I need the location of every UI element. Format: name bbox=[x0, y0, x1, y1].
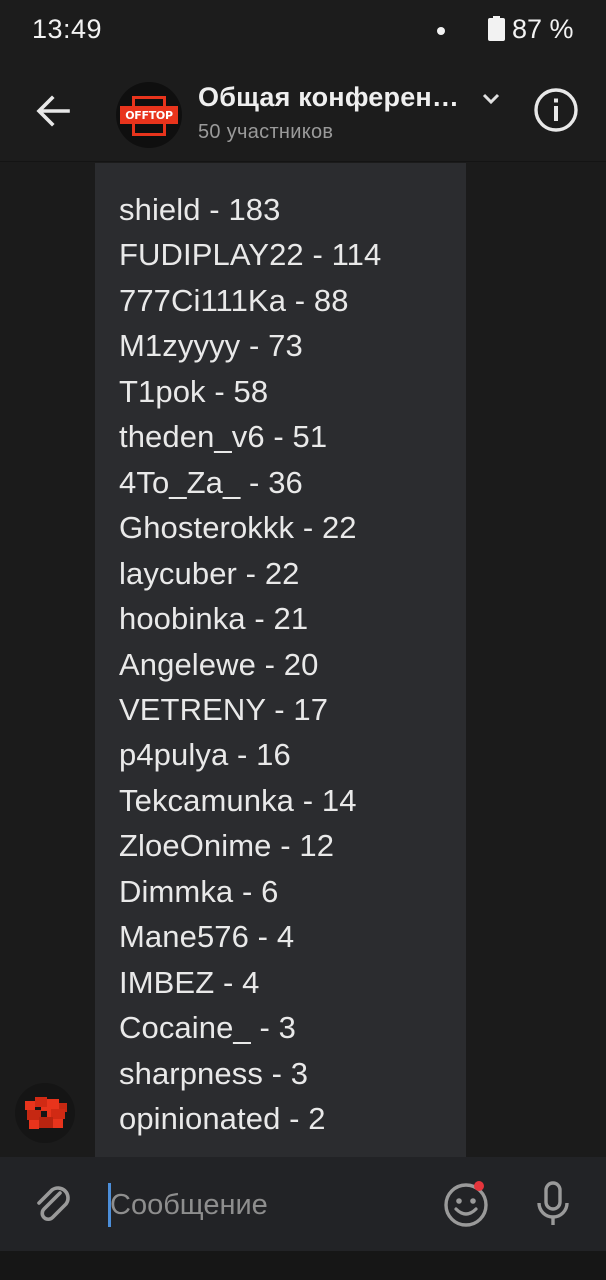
avatar-text: OFFTOP bbox=[125, 108, 173, 122]
message-text-line: sharpness - 3 bbox=[119, 1055, 309, 1091]
chevron-down-icon bbox=[482, 93, 500, 105]
paperclip-icon[interactable] bbox=[30, 1181, 76, 1227]
back-arrow-icon bbox=[36, 95, 70, 127]
message-text-line: IMBEZ - 4 bbox=[119, 964, 260, 1000]
message-text-line: opinionated - 2 bbox=[119, 1101, 326, 1136]
sender-avatar[interactable] bbox=[15, 1083, 75, 1143]
message-text-line: 4To_Za_ - 36 bbox=[119, 464, 303, 500]
message-text-line: theden_v6 - 51 bbox=[119, 419, 328, 455]
back-button[interactable] bbox=[28, 86, 78, 136]
message-list[interactable]: shield - 183 FUDIPLAY22 - 114 777Ci111Ka -… bbox=[0, 163, 606, 1157]
message-text-line: Mane576 - 4 bbox=[119, 919, 295, 955]
chat-header: OFFTOP Общая конференция 50 участников bbox=[0, 60, 606, 162]
emoji-notification-badge bbox=[474, 1181, 484, 1191]
participants-count: 50 участников bbox=[198, 121, 334, 143]
chat-title: Общая конференция bbox=[198, 82, 466, 112]
chat-title-area[interactable]: Общая конференция 50 участников bbox=[198, 82, 508, 144]
message-text-line: laycuber - 22 bbox=[119, 555, 300, 591]
message-bubble[interactable]: shield - 183 FUDIPLAY22 - 114 777Ci111Ka -… bbox=[95, 163, 466, 1157]
battery-percentage: 87 % bbox=[512, 14, 574, 44]
sender-avatar-logo-icon bbox=[25, 1097, 67, 1129]
message-text-line: p4pulya - 16 bbox=[119, 737, 291, 773]
message-text-line: ZloeOnime - 12 bbox=[119, 828, 335, 864]
chat-avatar[interactable]: OFFTOP bbox=[116, 82, 182, 148]
message-text-line: Dimmka - 6 bbox=[119, 873, 279, 909]
message-input[interactable] bbox=[110, 1181, 430, 1229]
message-text-line: M1zyyyy - 73 bbox=[119, 328, 303, 364]
message-text-line: Angelewe - 20 bbox=[119, 646, 319, 682]
message-text-line: 777Ci111Ka - 88 bbox=[119, 282, 349, 318]
message-text-line: Cocaine_ - 3 bbox=[119, 1010, 296, 1046]
message-text-line: shield - 183 bbox=[119, 192, 281, 227]
message-text-line: Ghosterokkk - 22 bbox=[119, 510, 357, 546]
chat-screen: 13:49 87 % OFFTOP Общая конференция 50 у… bbox=[0, 0, 606, 1280]
battery-icon bbox=[488, 16, 505, 41]
status-time: 13:49 bbox=[32, 14, 103, 44]
info-icon[interactable] bbox=[532, 86, 580, 134]
system-nav-bar bbox=[0, 1251, 606, 1280]
message-text-line: hoobinka - 21 bbox=[119, 601, 309, 637]
message-text-line: VETRENY - 17 bbox=[119, 691, 329, 727]
message-text-line: T1pok - 58 bbox=[119, 373, 269, 409]
message-text-line: FUDIPLAY22 - 114 bbox=[119, 237, 382, 273]
status-bar: 13:49 87 % bbox=[0, 0, 606, 60]
message-composer bbox=[0, 1157, 606, 1251]
message-text-line: Tekcamunka - 14 bbox=[119, 782, 357, 818]
notification-dot-icon bbox=[437, 27, 445, 35]
microphone-icon[interactable] bbox=[530, 1179, 576, 1229]
